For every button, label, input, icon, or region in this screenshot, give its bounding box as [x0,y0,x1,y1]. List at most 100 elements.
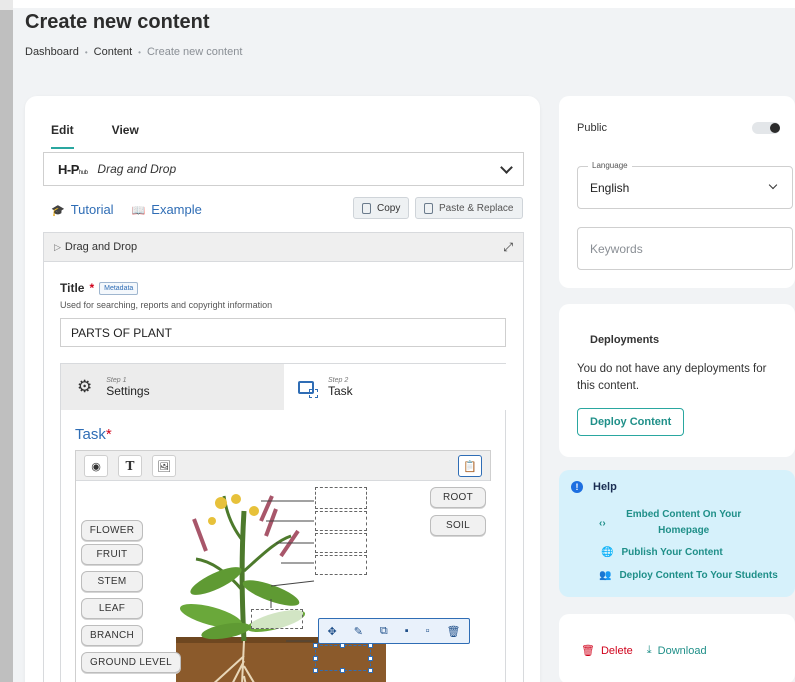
code-icon: ‹› [599,517,606,529]
resize-handle[interactable] [368,643,373,648]
resize-handle[interactable] [313,643,318,648]
drag-item-stem[interactable]: STEM [81,571,143,592]
chevron-down-icon [768,180,778,190]
settings-card: Public Language English Keywords [559,96,795,288]
task-toolbar: ◉ T 🖼 📋 [76,451,490,481]
selected-drop-zone[interactable] [313,643,373,673]
drag-item-root[interactable]: ROOT [430,487,486,508]
actions-row: 🗑 Delete ⤓ Download [581,644,707,657]
edit-icon[interactable]: ✎ [354,625,363,638]
task-canvas[interactable]: ROOT SOIL FLOWER FRUIT STEM LEAF BRANCH … [76,481,492,682]
paste-element-button[interactable]: 📋 [458,455,482,477]
drag-item-flower[interactable]: FLOWER [81,520,143,541]
users-icon: 👥 [599,570,612,581]
task-icon [298,380,318,398]
trash-icon[interactable]: 🗑 [447,625,461,638]
example-link[interactable]: 📖 Example [132,202,202,217]
expand-icon[interactable]: ⤢ [503,240,513,255]
step-task[interactable]: Step 2 Task [284,364,506,410]
actions-card: 🗑 Delete ⤓ Download [559,614,795,682]
task-editor: ◉ T 🖼 📋 ROOT SOIL FLOWER FRUIT STEM LEAF… [75,450,492,682]
help-embed-link[interactable]: ‹› Embed Content On Your Homepage [599,507,754,539]
task-label: Task* [75,426,112,443]
book-icon: 📖 [131,205,146,217]
top-strip [13,0,795,8]
target-icon: ◉ [91,460,101,473]
resize-handle[interactable] [313,656,318,661]
window-edge [0,0,13,682]
tab-edit[interactable]: Edit [51,123,74,149]
drop-zone[interactable] [315,555,367,575]
deploy-content-button[interactable]: Deploy Content [577,408,685,436]
breadcrumb-content[interactable]: Content [94,46,133,58]
metadata-button[interactable]: Metadata [99,281,139,295]
download-button[interactable]: ⤓ Download [647,644,707,657]
help-deploy-link[interactable]: 👥 Deploy Content To Your Students [599,570,778,581]
resize-handle[interactable] [368,656,373,661]
panel-header[interactable]: ▷ Drag and Drop [44,233,523,262]
globe-icon: 🌐 [601,547,614,558]
download-icon: ⤓ [646,644,652,656]
copy-button[interactable]: Copy [353,197,410,219]
title-input[interactable]: PARTS OF PLANT [60,318,506,347]
deployments-text: You do not have any deployments for this… [577,363,767,392]
breadcrumb-current: Create new content [146,46,243,58]
help-publish-link[interactable]: 🌐 Publish Your Content [601,547,723,558]
clipboard-icon [362,202,371,214]
editor-tabs: Edit View [51,123,139,149]
h5p-logo: H-Phub [58,161,88,177]
drag-item-ground-level[interactable]: GROUND LEVEL [81,652,181,673]
title-field-description: Used for searching, reports and copyrigh… [60,300,273,310]
trash-icon: 🗑 [581,645,595,657]
help-title: ! Help [571,481,617,493]
drag-item-fruit[interactable]: FRUIT [81,544,143,565]
drop-zone[interactable] [251,609,303,629]
image-icon: 🖼 [157,460,171,473]
resize-handle[interactable] [368,668,373,673]
add-dropzone-button[interactable]: ◉ [84,455,108,477]
add-image-button[interactable]: 🖼 [152,455,176,477]
steps-container: ⚙ Step 1 Settings Step 2 Task Task* ◉ T [60,363,506,682]
info-icon: ! [571,481,583,493]
caret-icon: ▷ [54,241,61,252]
move-icon[interactable]: ✥ [327,625,336,638]
public-label: Public [577,122,607,134]
help-card: ! Help ‹› Embed Content On Your Homepage… [559,470,795,597]
resize-handle[interactable] [340,643,345,648]
add-text-button[interactable]: T [118,455,142,477]
panel-title: Drag and Drop [64,241,138,253]
drag-item-soil[interactable]: SOIL [430,515,486,536]
tutorial-link[interactable]: 🎓 Tutorial [51,202,114,217]
clipboard-icon [424,202,433,214]
editor-card: Edit View H-Phub Drag and Drop 🎓 Tutorial… [25,96,540,682]
drop-zone[interactable] [315,533,367,553]
send-back-icon[interactable]: ▫ [426,625,430,637]
public-toggle[interactable] [752,122,780,134]
paste-replace-button[interactable]: Paste & Replace [415,197,523,219]
chevron-down-icon [500,161,513,174]
drop-zone[interactable] [315,511,367,531]
library-name: Drag and Drop [97,162,177,176]
delete-button[interactable]: 🗑 Delete [581,644,633,658]
page-title: Create new content [25,11,210,33]
deployments-card: Deployments You do not have any deployme… [559,304,795,457]
deployments-title: Deployments [590,334,660,346]
breadcrumb-separator: • [84,47,88,57]
breadcrumb-separator: • [138,47,141,57]
language-legend: Language [588,161,632,170]
drag-item-leaf[interactable]: LEAF [81,598,143,619]
resize-handle[interactable] [340,668,345,673]
drag-item-branch[interactable]: BRANCH [81,625,143,646]
title-field-label: Title * Metadata [60,281,139,295]
breadcrumb-dashboard[interactable]: Dashboard [25,46,79,58]
language-select[interactable]: Language English [577,161,793,209]
library-select[interactable]: H-Phub Drag and Drop [43,152,524,186]
copy-icon[interactable]: ⧉ [380,625,388,638]
gear-icon: ⚙ [77,377,93,396]
resize-handle[interactable] [313,668,318,673]
drop-zone[interactable] [315,487,367,509]
step-settings[interactable]: ⚙ Step 1 Settings [61,364,284,410]
tab-view[interactable]: View [112,123,139,149]
keywords-input[interactable]: Keywords [577,227,793,270]
bring-front-icon[interactable]: ▪ [405,625,409,637]
